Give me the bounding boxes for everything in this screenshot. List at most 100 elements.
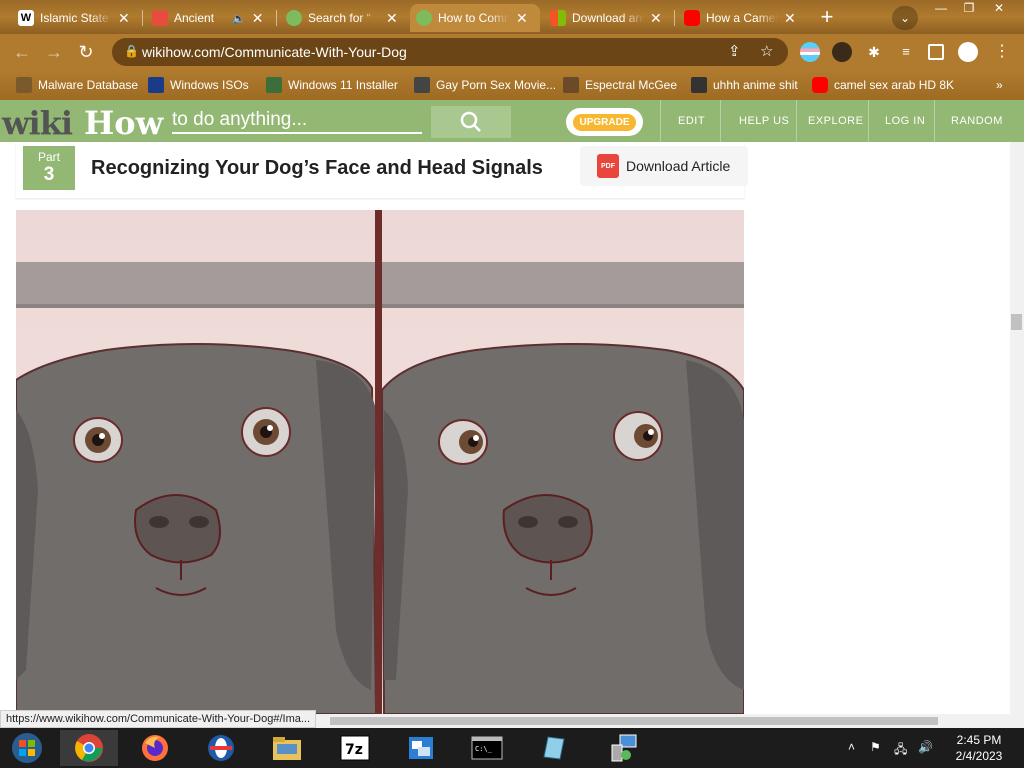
network-tray-icon[interactable]: 🖧 [894, 740, 907, 761]
tab-title: Search for “ [308, 11, 371, 25]
action-center-flag-icon[interactable]: ⚑ [870, 740, 881, 754]
tab-separator [276, 10, 277, 26]
bookmark-espectral-mcgee[interactable]: Espectral McGee [563, 76, 677, 94]
nav-edit[interactable]: EDIT [678, 115, 705, 127]
nav-help-us[interactable]: HELP US [739, 115, 789, 127]
search-button[interactable] [431, 106, 511, 138]
close-icon[interactable]: ✕ [650, 10, 662, 27]
browser-toolbar: ← → ↻ 🔒 wikihow.com/Communicate-With-You… [0, 34, 1024, 70]
svg-text:C:\_: C:\_ [475, 745, 493, 753]
close-window-button[interactable]: ✕ [984, 0, 1014, 18]
puzzle-icon[interactable]: ✱ [864, 42, 884, 62]
minimize-button[interactable]: — [926, 0, 956, 18]
bookmarks-overflow-button[interactable]: » [996, 76, 1003, 94]
bookmark-windows-11-installer[interactable]: Windows 11 Installer [266, 76, 398, 94]
taskbar-explorer[interactable] [258, 730, 316, 766]
browser-tab-bar: W Islamic State ✕ Ancient 🔈 ✕ Search for… [0, 0, 1024, 34]
tab-islamic-state[interactable]: W Islamic State ✕ [12, 4, 140, 32]
taskbar-cmd[interactable]: C:\_ [458, 730, 516, 766]
address-bar[interactable]: 🔒 wikihow.com/Communicate-With-Your-Dog … [112, 38, 788, 66]
profile-avatar[interactable] [958, 42, 978, 62]
folder-icon [16, 77, 32, 93]
clock-date: 2/4/2023 [955, 749, 1003, 763]
taskbar-opera[interactable] [192, 730, 250, 766]
avatar-icon [563, 77, 579, 93]
kebab-menu-icon[interactable]: ⋮ [992, 42, 1012, 62]
avatar-extension-icon[interactable] [832, 42, 852, 62]
tray-overflow-icon[interactable]: ˄ [848, 740, 855, 754]
nav-log-in[interactable]: LOG IN [885, 115, 925, 127]
tab-how-a-camel[interactable]: How a Camel ✕ [678, 4, 806, 32]
bookmarks-bar: Malware Database Windows ISOs Windows 11… [0, 70, 1024, 100]
back-button[interactable]: ← [10, 40, 34, 64]
reload-button[interactable]: ↻ [74, 40, 98, 64]
youtube-icon [812, 77, 828, 93]
vertical-scroll-thumb[interactable] [1011, 314, 1022, 330]
volume-icon[interactable]: 🔊 [918, 740, 933, 754]
tab-separator [142, 10, 143, 26]
upgrade-button[interactable]: UPGRADE [566, 108, 643, 136]
bookmark-label: camel sex arab HD 8K [834, 78, 955, 92]
wikihow-logo-how[interactable]: How [84, 104, 163, 142]
tab-download[interactable]: Download and ✕ [544, 4, 672, 32]
tab-separator [674, 10, 675, 26]
tab-search[interactable]: Search for “ ✕ [280, 4, 408, 32]
download-article-button[interactable]: PDF Download Article [580, 146, 748, 186]
audio-icon[interactable]: 🔈 [232, 12, 246, 25]
control-panel-icon [409, 737, 433, 759]
part-title: Recognizing Your Dog’s Face and Head Sig… [91, 157, 543, 179]
firefox-icon [142, 735, 168, 761]
bookmark-label: Windows 11 Installer [288, 78, 398, 92]
bookmark-malware-database[interactable]: Malware Database [16, 76, 138, 94]
part-number: 3 [43, 164, 55, 185]
tab-how-to-communicate[interactable]: How to Comm ✕ [410, 4, 540, 32]
comparison-divider [375, 210, 382, 714]
part-label: Part [37, 150, 60, 164]
tab-title: How to Comm [438, 11, 510, 25]
nav-random[interactable]: RANDOM [951, 115, 1003, 127]
part-badge: Part 3 [23, 146, 75, 190]
start-button[interactable] [0, 730, 54, 766]
windows-taskbar: 7z C:\_ ˄ ⚑ 🖧 🔊 2:45 PM 2/4/2023 [0, 728, 1024, 768]
taskbar-network[interactable] [594, 730, 652, 766]
part-header: Part 3 Recognizing Your Dog’s Face and H… [16, 142, 748, 198]
taskbar-chrome[interactable] [60, 730, 118, 766]
bookmark-star-icon[interactable]: ☆ [760, 42, 773, 60]
taskbar-notepad[interactable] [524, 730, 582, 766]
close-icon[interactable]: ✕ [784, 10, 796, 27]
side-panel-icon[interactable] [928, 44, 944, 60]
share-icon[interactable]: ⇪ [728, 42, 741, 60]
horizontal-scroll-thumb[interactable] [330, 717, 938, 725]
tab-search-button[interactable]: ⌄ [892, 6, 918, 30]
nav-explore[interactable]: EXPLORE [808, 115, 863, 127]
bookmark-label: Espectral McGee [585, 78, 678, 92]
wikihow-logo-wiki[interactable]: wiki [2, 104, 73, 142]
close-icon[interactable]: ✕ [386, 10, 398, 27]
media-icon[interactable]: ≡ [896, 42, 916, 62]
maximize-button[interactable]: ❐ [954, 0, 984, 18]
bookmark-anime[interactable]: uhhh anime shit [691, 76, 798, 94]
vertical-scrollbar[interactable] [1010, 142, 1024, 714]
search-input[interactable] [172, 108, 422, 134]
bookmark-camel[interactable]: camel sex arab HD 8K [812, 76, 954, 94]
chrome-icon [75, 734, 103, 762]
close-icon[interactable]: ✕ [252, 10, 264, 27]
new-tab-button[interactable]: + [814, 5, 840, 31]
taskbar-firefox[interactable] [126, 730, 184, 766]
forward-button[interactable]: → [42, 40, 66, 64]
tab-ancient[interactable]: Ancient 🔈 ✕ [146, 4, 274, 32]
dog-face-illustration[interactable] [16, 210, 744, 714]
close-icon[interactable]: ✕ [118, 10, 130, 27]
tab-title: Download and [572, 11, 644, 25]
taskbar-clock[interactable]: 2:45 PM 2/4/2023 [944, 732, 1014, 764]
bookmark-gay-porn[interactable]: Gay Porn Sex Movie... [414, 76, 556, 94]
nav-divider [720, 100, 721, 142]
lock-icon[interactable]: 🔒 [124, 44, 139, 58]
url-text[interactable]: wikihow.com/Communicate-With-Your-Dog [142, 44, 407, 60]
flag-extension-icon[interactable] [800, 42, 820, 62]
bookmark-windows-isos[interactable]: Windows ISOs [148, 76, 249, 94]
taskbar-control-panel[interactable] [392, 730, 450, 766]
close-icon[interactable]: ✕ [516, 10, 528, 27]
taskbar-7zip[interactable]: 7z [326, 730, 384, 766]
opera-icon [208, 735, 234, 761]
